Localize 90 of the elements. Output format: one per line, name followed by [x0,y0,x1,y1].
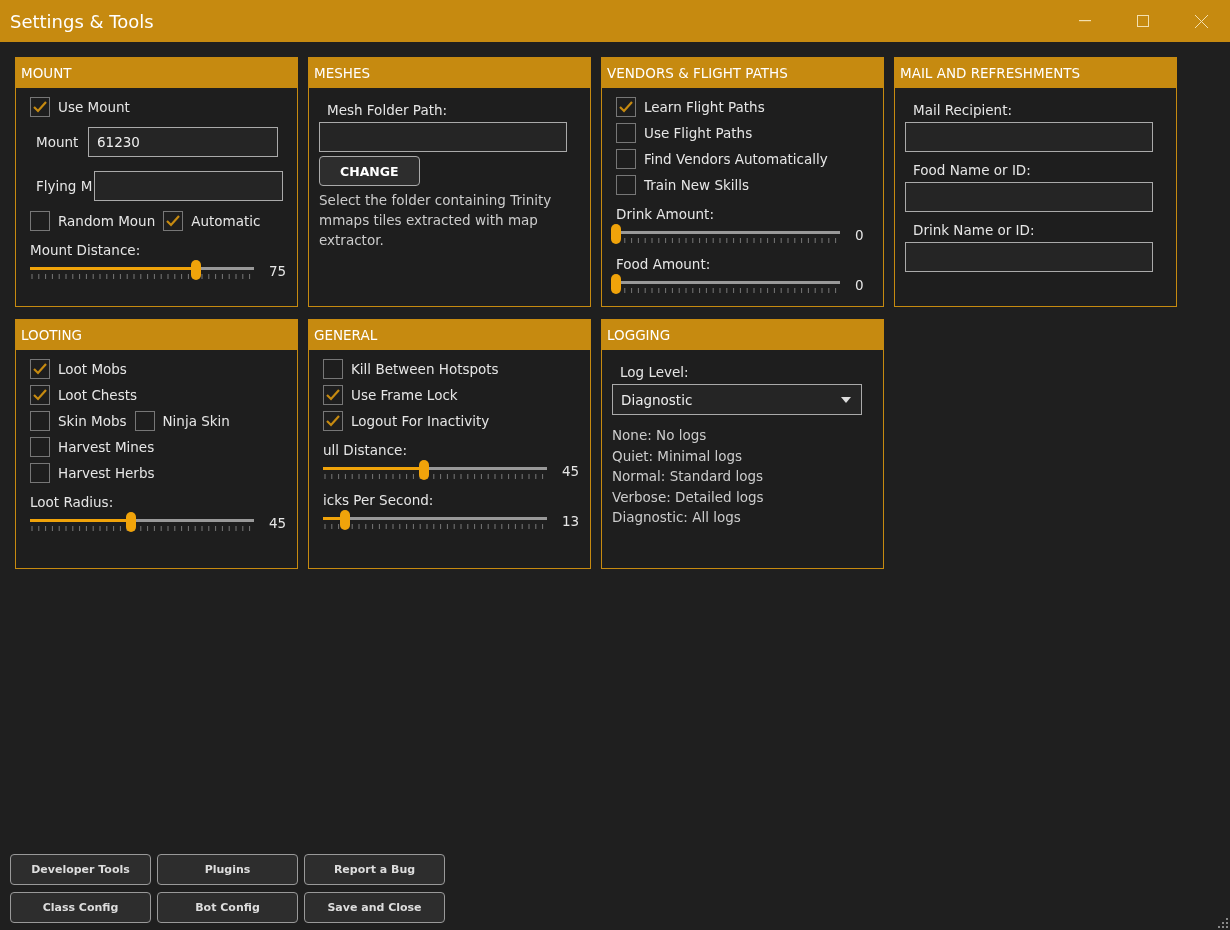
footer-button[interactable]: Developer Tools [10,854,151,885]
checkbox[interactable] [163,211,184,231]
maximize-icon [1137,15,1149,27]
close-icon [1194,14,1208,28]
slider-thumb[interactable] [125,512,136,532]
slider-value: 0 [855,227,864,243]
checkbox[interactable] [134,411,155,431]
checkbox-label: Train New Skills [644,177,750,193]
slider-label: Drink Amount: [616,206,715,222]
checkbox-label: Skin Mobs [58,413,127,429]
slider-value: 0 [855,277,864,293]
help-text: Normal: Standard logs [612,467,764,486]
slider-label: Food Amount: [616,256,712,272]
panel-header: LOOTING [16,320,297,350]
checkbox-label: Logout For Inactivity [351,413,490,429]
input-field[interactable] [319,122,567,152]
checkbox[interactable] [616,97,636,117]
checkbox-label: Find Vendors Automatically [644,151,828,167]
slider-label: Mount Distance: [30,242,142,258]
checkbox[interactable] [616,123,636,143]
slider-value: 45 [562,463,580,479]
caret-icon [841,396,851,403]
footer-button[interactable]: Report a Bug [304,854,445,885]
checkbox-label: Learn Flight Paths [644,99,765,115]
panel-header: MESHES [309,58,590,88]
checkbox[interactable] [30,359,50,379]
input-field[interactable] [94,171,283,201]
field-label: Food Name or ID: [913,162,1032,178]
checkbox-label: Use Mount [58,99,130,115]
slider-value: 45 [269,515,287,531]
panel-header: LOGGING [602,320,883,350]
panel-header: MAIL AND REFRESHMENTS [895,58,1176,88]
slider-value: 75 [269,263,287,279]
panel-header: VENDORS & FLIGHT PATHS [602,58,883,88]
field-label: Mesh Folder Path: [327,102,449,118]
input-field[interactable] [905,122,1153,152]
panel-header: GENERAL [309,320,590,350]
checkbox-label: Kill Between Hotspots [351,361,499,377]
field-label: Mount [36,134,80,150]
resize-grip-icon[interactable] [1216,916,1228,928]
change-button[interactable]: CHANGE [319,156,420,186]
footer-button[interactable]: Plugins [157,854,298,885]
checkbox-label: Ninja Skin [162,413,230,429]
slider-label: Loot Radius: [30,494,115,510]
checkbox[interactable] [30,97,50,117]
slider-thumb[interactable] [418,460,429,480]
input-field[interactable] [905,242,1153,272]
checkbox[interactable] [30,385,50,405]
footer-button[interactable]: Class Config [10,892,151,923]
help-text: Quiet: Minimal logs [612,446,744,466]
footer-button[interactable]: Bot Config [157,892,298,923]
slider-thumb[interactable] [340,510,351,530]
help-text: Select the folder containing Trinity mmaps tiles extracted with map extractor. [319,191,553,250]
footer-button[interactable]: Save and Close [304,892,445,923]
checkbox[interactable] [30,411,50,431]
checkbox[interactable] [323,385,343,405]
checkbox[interactable] [616,175,636,195]
slider-value: 13 [562,513,580,529]
checkbox-label: Use Frame Lock [351,387,458,403]
checkbox-label: Harvest Herbs [58,465,155,481]
window-title: Settings & Tools [10,10,155,32]
slider-thumb[interactable] [611,274,621,294]
input-field[interactable]: 61230 [88,127,278,157]
checkbox-label: Use Flight Paths [644,125,753,141]
checkbox-label: Automatic [191,213,261,229]
checkbox[interactable] [616,149,636,169]
help-text: None: No logs [612,426,708,445]
panel-header: MOUNT [16,58,297,88]
field-label: Drink Name or ID: [913,222,1036,238]
slider-label: icks Per Second: [323,492,435,508]
dropdown[interactable]: Diagnostic [612,384,862,415]
checkbox-label: Loot Chests [58,387,138,403]
checkbox-label: Loot Mobs [58,361,127,377]
input-field[interactable] [905,182,1153,212]
checkbox[interactable] [323,411,343,431]
field-label: Log Level: [620,364,690,380]
checkbox[interactable] [323,359,343,379]
minimize-icon [1079,20,1091,22]
checkbox[interactable] [30,463,50,483]
checkbox[interactable] [30,437,50,457]
slider-thumb[interactable] [190,260,201,280]
slider-label: ull Distance: [323,442,408,458]
help-text: Diagnostic: All logs [612,508,742,527]
checkbox-label: Harvest Mines [58,439,155,455]
slider-thumb[interactable] [611,224,621,244]
field-label: Flying M [36,178,94,194]
checkbox-label: Random Moun [58,213,156,229]
checkbox[interactable] [30,211,50,231]
help-text: Verbose: Detailed logs [612,487,765,507]
field-label: Mail Recipient: [913,102,1013,118]
